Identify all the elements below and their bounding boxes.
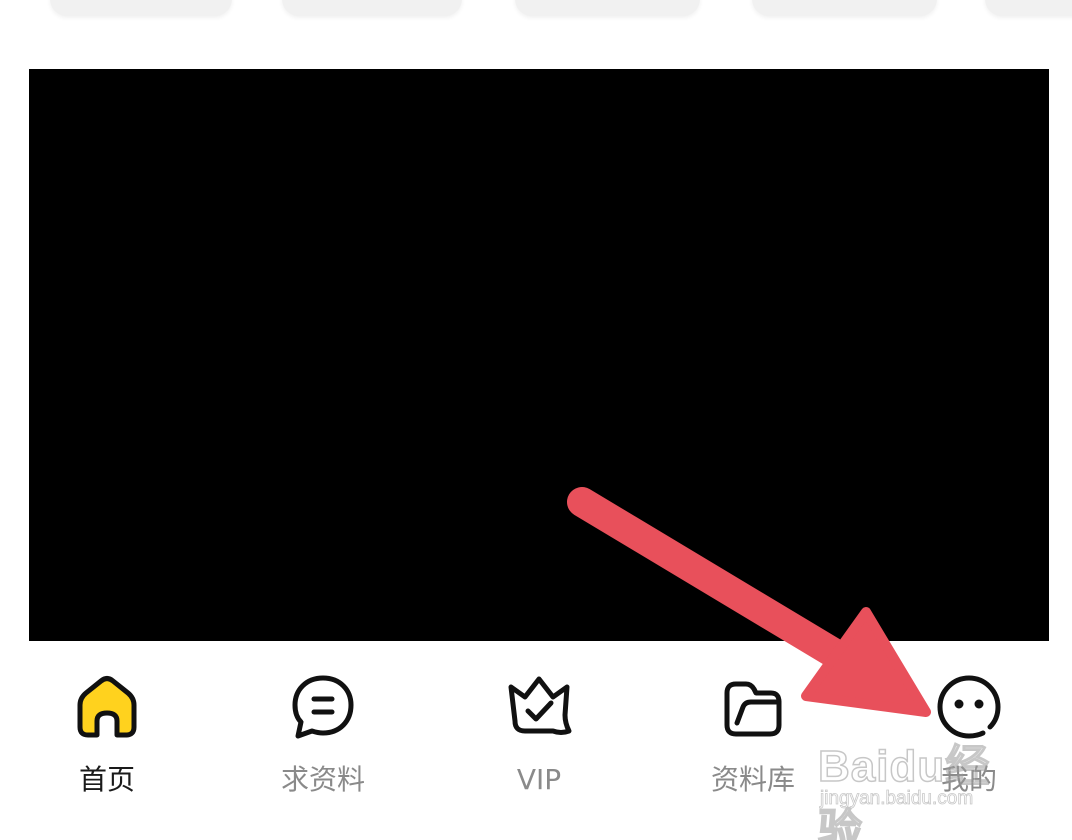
top-category-strip	[0, 0, 1072, 24]
video-player[interactable]	[29, 69, 1049, 641]
tab-request-materials-label: 求资料	[280, 763, 365, 796]
top-category-pill[interactable]	[985, 0, 1072, 16]
chat-bubble-icon	[292, 675, 354, 739]
folder-icon	[724, 681, 782, 737]
tab-library-label: 资料库	[710, 763, 795, 796]
tab-request-materials[interactable]: 求资料	[243, 671, 403, 811]
app-screen: 首页 求资料 VIP 资料库 我的 Baidu经验 jingyan.baidu.…	[0, 0, 1072, 840]
home-icon	[77, 676, 137, 738]
top-category-pill[interactable]	[752, 0, 937, 16]
tab-home-label: 首页	[78, 763, 135, 796]
top-category-pill[interactable]	[282, 0, 462, 16]
watermark-url: jingyan.baidu.com	[820, 788, 974, 810]
top-category-pill[interactable]	[515, 0, 700, 16]
watermark-logo-text: Baidu经验	[817, 741, 991, 840]
watermark: Baidu经验 jingyan.baidu.com	[817, 722, 1018, 840]
top-category-pill[interactable]	[50, 0, 232, 16]
tab-home[interactable]: 首页	[27, 671, 187, 811]
tab-vip[interactable]: VIP	[459, 671, 619, 811]
tab-library[interactable]: 资料库	[673, 671, 833, 811]
crown-icon	[508, 676, 572, 735]
tab-vip-label: VIP	[516, 763, 562, 796]
